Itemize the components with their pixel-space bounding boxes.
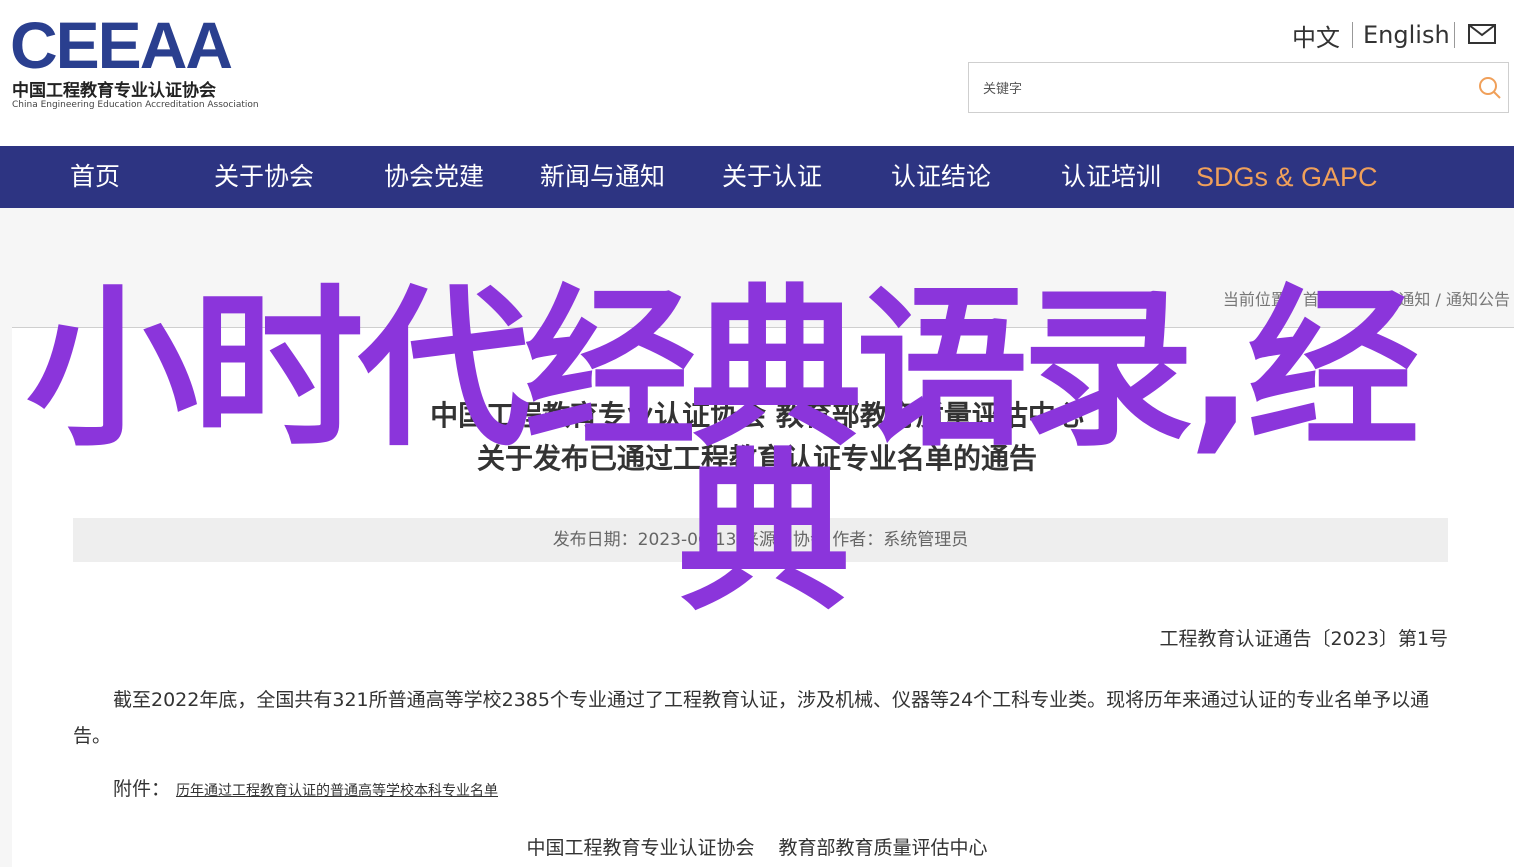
breadcrumb-notices[interactable]: 通知公告 xyxy=(1446,290,1510,309)
site-logo[interactable]: CEEAA 中国工程教育专业认证协会 China Engineering Edu… xyxy=(10,12,270,116)
breadcrumb-sep: / xyxy=(1430,290,1446,309)
nav-item-sdgs[interactable]: SDGs & GAPC xyxy=(1196,146,1378,208)
nav-item-party[interactable]: 协会党建 xyxy=(384,146,484,208)
nav-item-about[interactable]: 关于协会 xyxy=(214,146,314,208)
article-meta: 发布日期：2023-06-13 来源：协会 作者：系统管理员 xyxy=(73,518,1448,562)
search-box xyxy=(968,62,1509,113)
lang-divider xyxy=(1352,22,1353,48)
logo-english-name: China Engineering Education Accreditatio… xyxy=(12,100,259,110)
article-paragraph: 截至2022年底，全国共有321所普通高等学校2385个专业通过了工程教育认证，… xyxy=(73,689,1430,747)
main-nav: 首页 关于协会 协会党建 新闻与通知 关于认证 认证结论 认证培训 SDGs &… xyxy=(0,146,1514,208)
signature-org2: 教育部教育质量评估中心 xyxy=(778,837,988,859)
nav-item-home[interactable]: 首页 xyxy=(70,146,120,208)
lang-divider xyxy=(1454,22,1455,48)
document-number: 工程教育认证通告〔2023〕第1号 xyxy=(1159,628,1448,650)
mail-icon[interactable] xyxy=(1468,24,1496,44)
nav-item-news[interactable]: 新闻与通知 xyxy=(540,146,665,208)
logo-mark: CEEAA xyxy=(10,8,233,82)
search-input[interactable] xyxy=(981,75,1455,103)
logo-chinese-name: 中国工程教育专业认证协会 xyxy=(12,81,216,101)
search-icon[interactable] xyxy=(1478,76,1502,100)
article-title-line1: 中国工程教育专业认证协会 教育部教育质量评估中心 xyxy=(430,399,1084,432)
site-header: CEEAA 中国工程教育专业认证协会 China Engineering Edu… xyxy=(0,0,1514,146)
signature: 中国工程教育专业认证协会 教育部教育质量评估中心 xyxy=(0,833,1514,860)
nav-item-results[interactable]: 认证结论 xyxy=(891,146,991,208)
signature-org1: 中国工程教育专业认证协会 xyxy=(526,837,755,859)
breadcrumb: 当前位置：首页 / 新闻与通知 / 通知公告 xyxy=(1223,286,1510,310)
lang-english-link[interactable]: English xyxy=(1363,18,1450,52)
lang-chinese-link[interactable]: 中文 xyxy=(1292,18,1340,52)
article-title-line2: 关于发布已通过工程教育认证专业名单的通告 xyxy=(476,442,1037,475)
nav-item-accreditation[interactable]: 关于认证 xyxy=(722,146,822,208)
breadcrumb-news[interactable]: 新闻与通知 xyxy=(1350,290,1430,309)
attachment: 附件： 历年通过工程教育认证的普通高等学校本科专业名单 xyxy=(113,774,498,801)
attachment-link[interactable]: 历年通过工程教育认证的普通高等学校本科专业名单 xyxy=(176,783,498,799)
breadcrumb-label: 当前位置： xyxy=(1222,290,1303,309)
breadcrumb-home[interactable]: 首页 xyxy=(1303,290,1335,309)
attachment-label: 附件： xyxy=(113,778,171,800)
nav-item-training[interactable]: 认证培训 xyxy=(1061,146,1161,208)
breadcrumb-sep: / xyxy=(1334,290,1351,309)
